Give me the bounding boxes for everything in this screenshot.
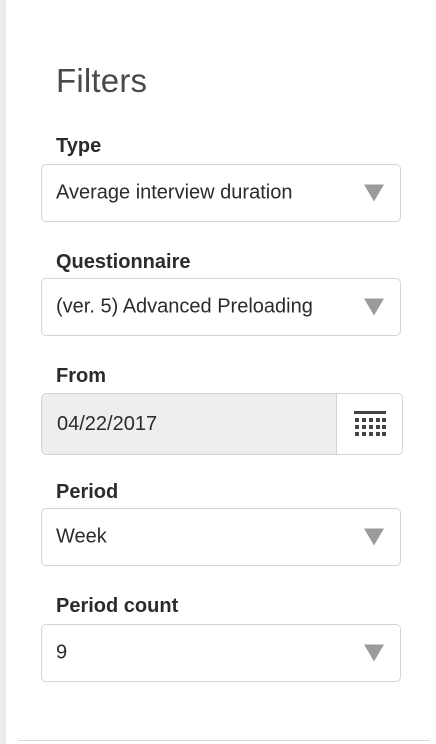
calendar-button[interactable] <box>336 394 402 454</box>
questionnaire-label: Questionnaire <box>56 251 191 273</box>
period-count-selected-value: 9 <box>56 641 68 664</box>
period-count-label: Period count <box>56 595 179 617</box>
period-count-select[interactable]: 9 <box>41 624 401 682</box>
questionnaire-select[interactable]: (ver. 5) Advanced Preloading <box>41 278 401 336</box>
period-label: Period <box>56 481 119 503</box>
caret-down-icon <box>364 528 384 546</box>
caret-down-icon <box>364 644 384 662</box>
questionnaire-selected-value: (ver. 5) Advanced Preloading <box>56 295 313 318</box>
filters-title: Filters <box>56 62 148 99</box>
period-select[interactable]: Week <box>41 508 401 566</box>
caret-down-icon <box>364 184 384 202</box>
from-date-input[interactable] <box>42 394 337 454</box>
calendar-icon <box>354 411 386 436</box>
from-date-field <box>41 393 403 455</box>
type-label: Type <box>56 135 102 157</box>
caret-down-icon <box>364 298 384 316</box>
from-label: From <box>56 365 106 387</box>
panel-divider <box>18 740 430 741</box>
type-selected-value: Average interview duration <box>56 181 293 204</box>
period-selected-value: Week <box>56 525 107 548</box>
filters-panel: Filters Type Average interview duration … <box>6 0 436 744</box>
type-select[interactable]: Average interview duration <box>41 164 401 222</box>
